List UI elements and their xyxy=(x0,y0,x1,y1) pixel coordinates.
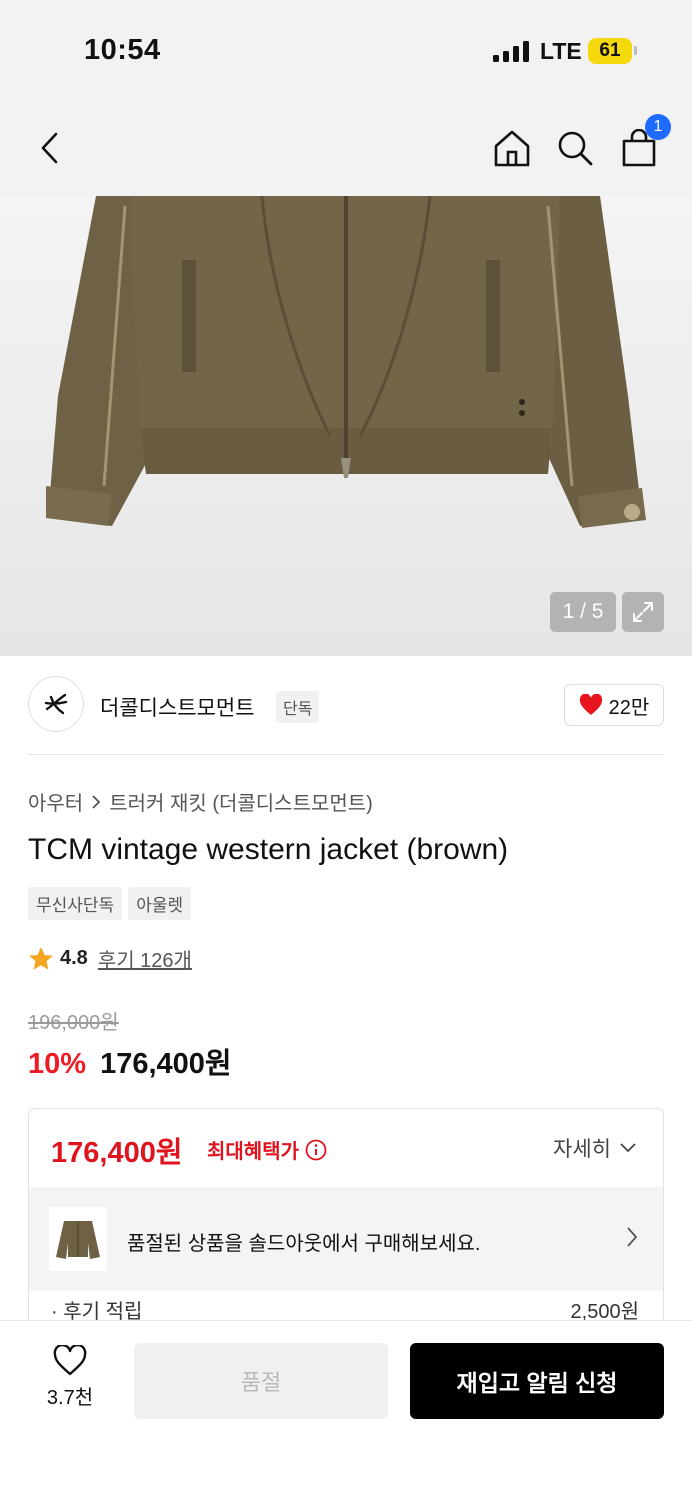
original-price: 196,000원 xyxy=(28,1012,119,1034)
expand-icon xyxy=(633,602,653,622)
benefit-detail-label: 자세히 xyxy=(553,1138,611,1161)
brand-name[interactable]: 더콜디스트모먼트 xyxy=(100,692,255,722)
home-button[interactable] xyxy=(490,124,534,172)
search-icon xyxy=(558,131,593,166)
benefit-header: 176,400원 최대혜택가 자세히 xyxy=(29,1109,663,1187)
chevron-left-icon xyxy=(41,132,58,164)
max-benefit-label: 최대혜택가 xyxy=(207,1135,327,1164)
battery-cap xyxy=(634,46,637,55)
soldout-banner[interactable]: 품절된 상품을 솔드아웃에서 구매해보세요. xyxy=(29,1187,663,1291)
breadcrumb-category[interactable]: 아우터 xyxy=(28,787,83,816)
discount-rate: 10% xyxy=(28,1048,87,1080)
wishlist-count: 3.7천 xyxy=(46,1387,94,1409)
jacket-thumbnail xyxy=(56,1221,100,1259)
status-time: 10:54 xyxy=(84,34,161,66)
chevron-right-icon xyxy=(627,1227,638,1247)
info-icon[interactable] xyxy=(305,1139,327,1161)
heart-filled-icon xyxy=(579,694,602,715)
brand-like-button[interactable]: 22만 xyxy=(564,684,664,726)
network-label: LTE xyxy=(540,38,582,64)
soldout-message: 품절된 상품을 솔드아웃에서 구매해보세요. xyxy=(127,1233,481,1255)
product-tag: 아울렛 xyxy=(128,887,192,920)
soldout-button: 품절 xyxy=(134,1343,388,1419)
price-row: 10% 176,400원 xyxy=(28,1040,232,1082)
image-counter: 1 / 5 xyxy=(550,592,616,632)
benefit-detail-button[interactable]: 자세히 xyxy=(553,1133,637,1163)
star-icon xyxy=(29,947,53,970)
product-tags: 무신사단독 아울렛 xyxy=(28,887,192,920)
signal-icon xyxy=(493,40,533,62)
product-image[interactable]: 1 / 5 xyxy=(0,196,692,656)
top-nav: 1 xyxy=(0,100,692,196)
home-icon xyxy=(494,130,530,167)
back-button[interactable] xyxy=(28,124,72,172)
expand-button[interactable] xyxy=(622,592,664,632)
bottom-action-bar: 3.7천 품절 재입고 알림 신청 xyxy=(0,1320,692,1500)
brand-exclusive-tag: 단독 xyxy=(276,691,320,723)
chevron-right-icon xyxy=(92,794,101,809)
cart-badge: 1 xyxy=(645,114,671,140)
breadcrumb: 아우터 트러커 재킷 (더콜디스트모먼트) xyxy=(28,787,373,816)
divider xyxy=(28,754,664,755)
product-title: TCM vintage western jacket (brown) xyxy=(28,833,509,866)
max-benefit-price: 176,400원 xyxy=(51,1137,183,1169)
max-benefit-text: 최대혜택가 xyxy=(207,1141,299,1163)
jacket-image xyxy=(0,196,692,656)
brand-logo[interactable] xyxy=(28,676,84,732)
breadcrumb-subcategory[interactable]: 트러커 재킷 (더콜디스트모먼트) xyxy=(109,787,373,816)
product-tag: 무신사단독 xyxy=(28,887,123,920)
heart-outline-icon xyxy=(53,1345,87,1376)
brand-row: 더콜디스트모먼트 단독 22만 xyxy=(28,676,664,736)
sale-price: 176,400원 xyxy=(100,1048,232,1080)
review-link[interactable]: 후기 126개 xyxy=(98,944,192,973)
brand-logo-icon xyxy=(44,693,68,715)
rating-score: 4.8 xyxy=(60,947,88,969)
wishlist-button[interactable]: 3.7천 xyxy=(30,1345,110,1410)
soldout-thumbnail xyxy=(49,1207,107,1271)
search-button[interactable] xyxy=(553,124,597,172)
restock-alert-button[interactable]: 재입고 알림 신청 xyxy=(410,1343,664,1419)
brand-like-count: 22만 xyxy=(608,696,650,719)
status-bar: 10:54 LTE 61 xyxy=(0,0,692,100)
rating-row: 4.8 후기 126개 xyxy=(28,944,192,973)
battery-icon: 61 xyxy=(588,38,632,64)
chevron-down-icon xyxy=(620,1143,636,1153)
cart-button[interactable]: 1 xyxy=(617,114,671,172)
